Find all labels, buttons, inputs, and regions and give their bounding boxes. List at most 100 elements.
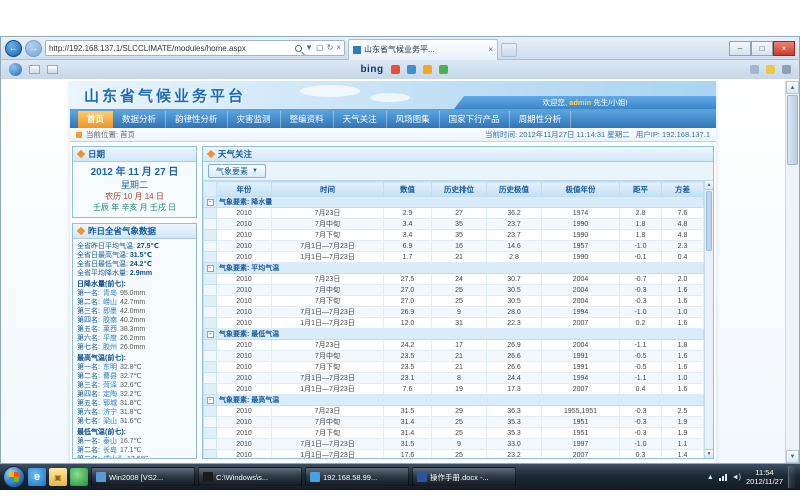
bing-logo[interactable]: bing: [360, 64, 383, 75]
taskbar-app-button[interactable]: Win2008 [VS2...: [91, 467, 195, 487]
app-shortcut-icon[interactable]: [407, 65, 416, 74]
element-filter-button[interactable]: 气象要素 ▼: [208, 164, 266, 178]
collapse-icon[interactable]: -: [207, 199, 214, 206]
station-link[interactable]: 崂山: [103, 298, 117, 307]
stop-icon[interactable]: ×: [336, 44, 341, 52]
station-link[interactable]: 菏泽: [103, 381, 117, 390]
table-row[interactable]: 20107月下旬27.02530.52004-0.31.6: [204, 296, 704, 307]
gear-icon[interactable]: [782, 65, 791, 74]
table-row[interactable]: 20107月下旬31.42535.31951-0.31.9: [204, 428, 704, 439]
nav-item[interactable]: 灾害监测: [228, 111, 281, 128]
app-shortcut-icon[interactable]: [423, 65, 432, 74]
scroll-down-icon[interactable]: ▼: [705, 449, 713, 458]
back-button[interactable]: ←: [5, 40, 22, 57]
table-row[interactable]: 20107月下旬23.52126.61991-0.51.6: [204, 362, 704, 373]
column-header[interactable]: 距平: [620, 182, 662, 197]
station-link[interactable]: 莱西: [103, 325, 117, 334]
table-row[interactable]: 20107月下旬3.43523.719901.84.8: [204, 230, 704, 241]
station-link[interactable]: 曹县: [103, 372, 117, 381]
station-link[interactable]: 青岛: [103, 289, 117, 298]
compatibility-view-icon[interactable]: ▢: [316, 44, 324, 52]
table-row[interactable]: 20101月1日—7月23日1.7212.81990-0.10.4: [204, 252, 704, 263]
show-desktop-button[interactable]: [788, 466, 795, 488]
app-shortcut-icon[interactable]: [439, 65, 448, 74]
table-row[interactable]: 20107月中旬27.02530.52004-0.31.6: [204, 285, 704, 296]
station-link[interactable]: 胶南: [103, 316, 117, 325]
table-row[interactable]: 20101月1日—7月23日17.62523.220070.31.4: [204, 450, 704, 459]
table-section-row[interactable]: -气象要素: 降水量: [204, 197, 704, 208]
table-row[interactable]: 20101月1日—7月23日12.03122.320070.21.6: [204, 318, 704, 329]
new-tab-button[interactable]: [501, 43, 517, 57]
forward-button[interactable]: →: [25, 40, 42, 57]
mail-icon[interactable]: [29, 65, 40, 74]
nav-item[interactable]: 韵律性分析: [166, 111, 228, 128]
minimize-button[interactable]: –: [729, 41, 751, 56]
search-icon[interactable]: [295, 45, 302, 52]
station-link[interactable]: 泰山: [103, 437, 117, 446]
collapse-icon[interactable]: -: [207, 265, 214, 272]
nav-item[interactable]: 国家下行产品: [440, 111, 510, 128]
collapse-icon[interactable]: -: [207, 331, 214, 338]
column-header[interactable]: 极值年份: [542, 182, 620, 197]
start-button[interactable]: [3, 466, 25, 488]
taskbar-app-button[interactable]: 192.168.58.99...: [305, 467, 409, 487]
home-icon[interactable]: [750, 65, 759, 74]
app-shortcut-icon[interactable]: [391, 65, 400, 74]
table-row[interactable]: 20107月23日31.52936.31955,1951-0.32.5: [204, 406, 704, 417]
table-row[interactable]: 20107月23日27.52430.72004-0.72.0: [204, 274, 704, 285]
speaker-icon[interactable]: ◄): [732, 474, 741, 481]
station-link[interactable]: 定陶: [103, 390, 117, 399]
scroll-down-icon[interactable]: ▼: [786, 450, 799, 463]
column-header[interactable]: 时间: [272, 182, 384, 197]
tab-close-icon[interactable]: ×: [488, 46, 493, 54]
column-header[interactable]: 年份: [217, 182, 272, 197]
scroll-up-icon[interactable]: ▲: [705, 181, 713, 190]
address-bar[interactable]: http://192.168.137.1/SLCCLIMATE/modules/…: [45, 40, 345, 56]
station-link[interactable]: 梁山: [103, 417, 117, 426]
table-row[interactable]: 20101月1日—7月23日7.61917.320070.41.6: [204, 384, 704, 395]
table-scrollbar[interactable]: ▲ ▼: [704, 181, 713, 458]
nav-item[interactable]: 整编资料: [281, 111, 334, 128]
column-header[interactable]: 方差: [662, 182, 704, 197]
table-section-row[interactable]: -气象要素: 最低气温: [204, 329, 704, 340]
nav-item[interactable]: 首页: [78, 111, 113, 128]
table-row[interactable]: 20107月中旬3.43523.719901.84.8: [204, 219, 704, 230]
internet-explorer-icon[interactable]: e: [28, 468, 46, 486]
nav-item[interactable]: 风场图集: [387, 111, 440, 128]
station-link[interactable]: 长岛: [103, 446, 117, 455]
station-link[interactable]: 即墨: [103, 307, 117, 316]
table-section-row[interactable]: -气象要素: 平均气温: [204, 263, 704, 274]
station-link[interactable]: 东明: [103, 363, 117, 372]
nav-item[interactable]: 天气关注: [334, 111, 387, 128]
station-link[interactable]: 济宁: [103, 408, 117, 417]
taskbar-clock[interactable]: 11:54 2012/11/27: [746, 468, 783, 486]
table-row[interactable]: 20107月1日—7月23日23.1824.41994-1.11.0: [204, 373, 704, 384]
compat-mode-icon[interactable]: [9, 63, 22, 76]
search-dropdown-icon[interactable]: ▼: [305, 44, 313, 52]
column-header[interactable]: 历史排位: [432, 182, 487, 197]
mail-icon[interactable]: [47, 65, 58, 74]
refresh-icon[interactable]: ↻: [327, 44, 334, 52]
explorer-folder-icon[interactable]: ▣: [49, 468, 67, 486]
collapse-icon[interactable]: -: [207, 397, 214, 404]
nav-item[interactable]: 数据分析: [113, 111, 166, 128]
column-header[interactable]: 历史极值: [487, 182, 542, 197]
table-row[interactable]: 20107月23日24.21726.92004-1.11.8: [204, 340, 704, 351]
browser-scrollbar[interactable]: ▲ ▼: [785, 81, 799, 463]
table-row[interactable]: 20107月1日—7月23日31.5933.01997-1.01.1: [204, 439, 704, 450]
scroll-up-icon[interactable]: ▲: [786, 81, 799, 94]
table-section-row[interactable]: -气象要素: 最高气温: [204, 395, 704, 406]
station-link[interactable]: 胶州: [103, 343, 117, 352]
nav-item[interactable]: 周期性分析: [510, 111, 572, 128]
taskbar-app-button[interactable]: 操作手册.docx -...: [412, 467, 516, 487]
table-row[interactable]: 20107月23日2.92736.219742.87.6: [204, 208, 704, 219]
browser-tab[interactable]: 山东省气候业务平... ×: [348, 39, 498, 60]
network-icon[interactable]: [719, 473, 727, 481]
station-link[interactable]: 郓城: [103, 399, 117, 408]
browser-scrollbar-thumb[interactable]: [787, 95, 798, 165]
tray-expand-icon[interactable]: ▲: [707, 474, 714, 481]
taskbar-app-button[interactable]: C:\Windows\s...: [198, 467, 302, 487]
star-icon[interactable]: [766, 65, 775, 74]
table-row[interactable]: 20107月中旬23.52126.61991-0.51.6: [204, 351, 704, 362]
close-button[interactable]: ×: [773, 41, 795, 56]
